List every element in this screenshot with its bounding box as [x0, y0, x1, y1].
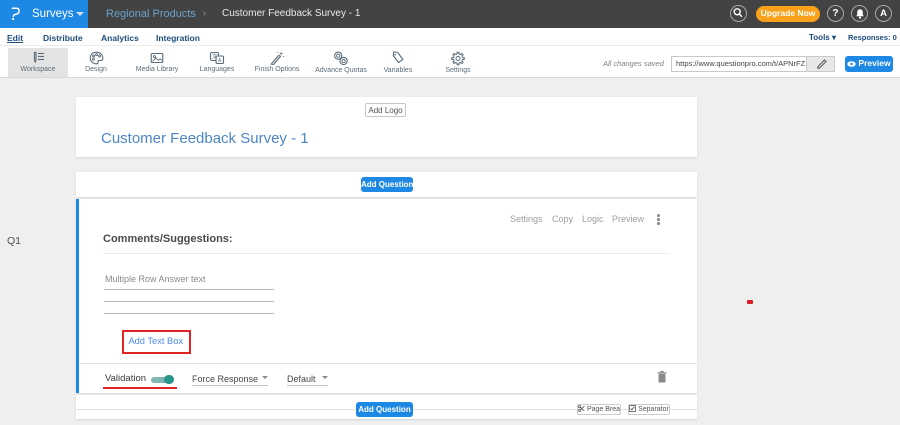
- svg-text:文: 文: [212, 52, 218, 60]
